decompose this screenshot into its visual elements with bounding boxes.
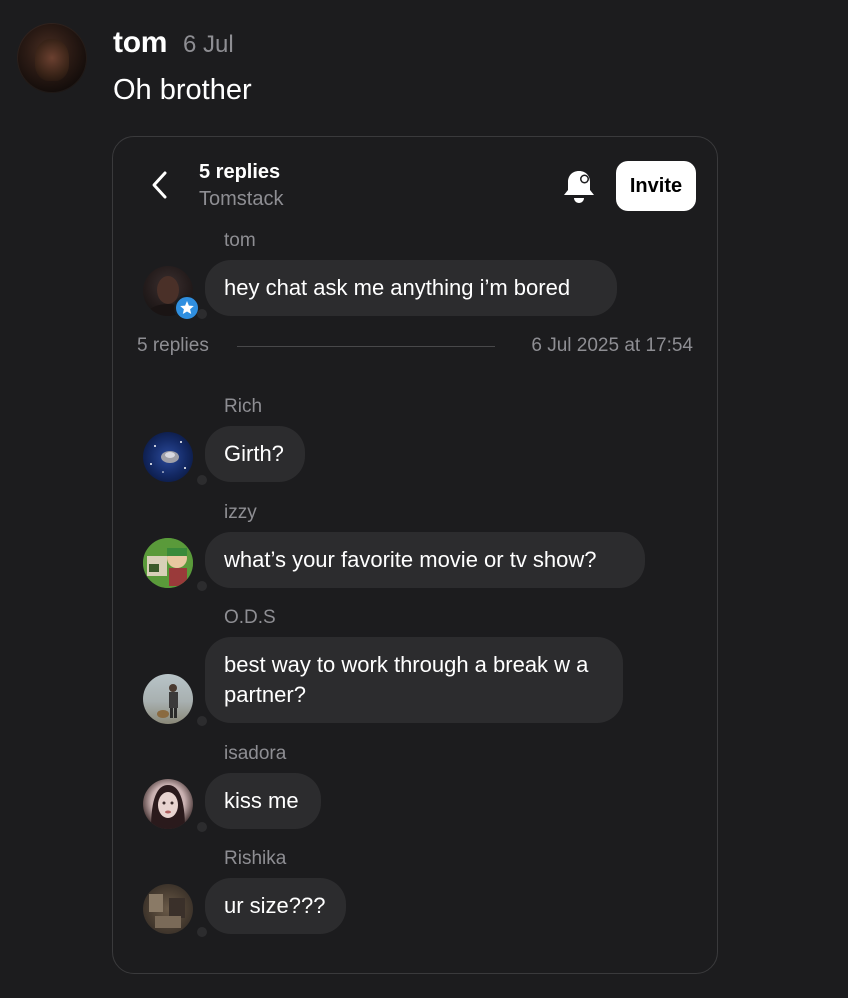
message-text: hey chat ask me anything i’m bored [224,275,571,300]
thread-divider-replies: 5 replies [137,335,209,356]
bubble-tail [197,475,207,485]
reply-avatar[interactable] [143,432,193,482]
reply-author-name[interactable]: izzy [224,502,257,524]
reply-avatar[interactable] [143,779,193,829]
reply-text: what’s your favorite movie or tv show? [224,547,597,572]
chevron-left-icon[interactable] [145,167,175,203]
reply-bubble[interactable]: ur size??? [205,878,346,934]
reply-bubble[interactable]: kiss me [205,773,321,829]
invite-button[interactable]: Invite [616,161,696,211]
avatar-photo-icon [157,684,178,718]
author-avatar[interactable] [17,23,87,93]
reply-text: best way to work through a break w a par… [224,652,589,707]
star-badge-icon [174,295,200,321]
avatar-portrait-icon [151,785,185,829]
thread-divider-line [237,346,495,347]
thread-reply-count: 5 replies [199,161,281,183]
reply-text: ur size??? [224,893,326,918]
post-text: Oh brother [113,74,252,106]
post-page: tom 6 Jul Oh brother 5 replies Tomstack … [0,0,848,998]
reply-avatar[interactable] [143,884,193,934]
message-bubble[interactable]: hey chat ask me anything i’m bored [205,260,617,316]
reply-author-name[interactable]: Rishika [224,848,286,870]
bubble-tail [197,927,207,937]
avatar-photo-icon [149,894,185,928]
reply-avatar[interactable] [143,538,193,588]
reply-author-name[interactable]: O.D.S [224,607,276,629]
reply-bubble[interactable]: Girth? [205,426,305,482]
thread-divider-timestamp: 6 Jul 2025 at 17:54 [531,335,693,356]
avatar-space-icon [150,441,186,473]
reply-author-name[interactable]: isadora [224,743,286,765]
reply-text: kiss me [224,788,299,813]
reply-bubble[interactable]: best way to work through a break w a par… [205,637,623,723]
bubble-tail [197,309,207,319]
post-author-name[interactable]: tom [113,26,167,60]
bubble-tail [197,716,207,726]
avatar-cartoon-icon [143,538,193,588]
reply-avatar[interactable] [143,674,193,724]
bell-icon[interactable] [561,167,597,205]
reply-text: Girth? [224,441,284,466]
bubble-tail [197,822,207,832]
thread-card[interactable]: 5 replies Tomstack Invite tom hey chat a… [112,136,718,974]
reply-author-name[interactable]: Rich [224,396,262,418]
reply-bubble[interactable]: what’s your favorite movie or tv show? [205,532,645,588]
bubble-tail [197,581,207,591]
post-date: 6 Jul [183,31,234,58]
avatar-face [35,39,69,81]
thread-channel-name: Tomstack [199,188,284,210]
message-author-name[interactable]: tom [224,230,256,252]
